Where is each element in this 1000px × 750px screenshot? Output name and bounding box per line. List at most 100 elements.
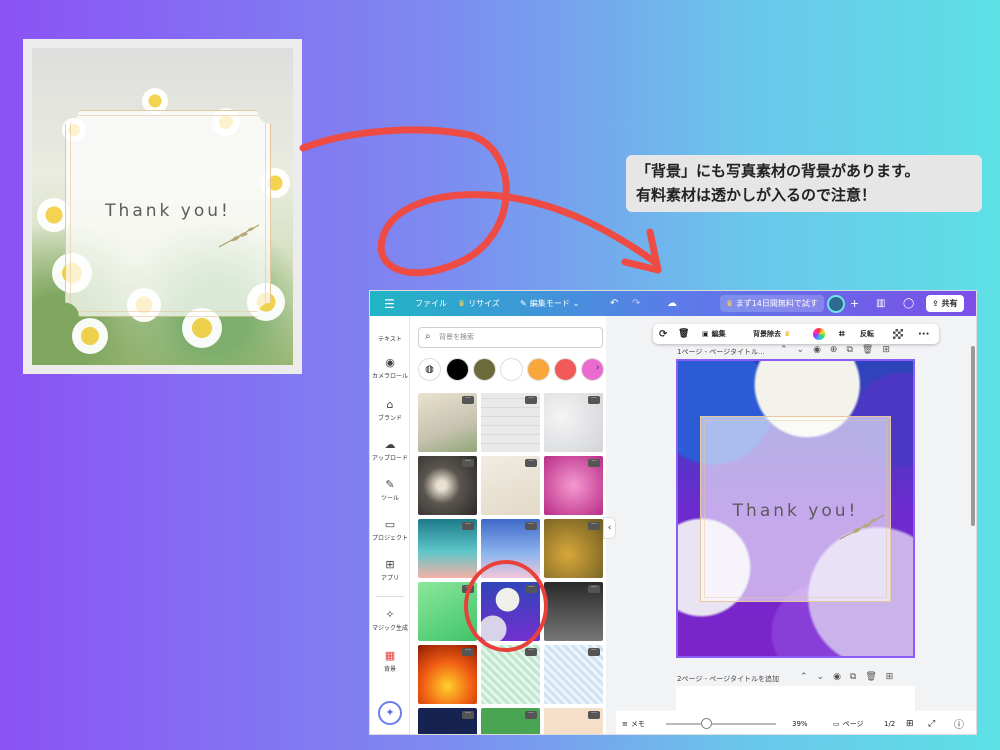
more-options-icon[interactable]: ··· bbox=[588, 459, 600, 467]
more-options-icon[interactable]: ··· bbox=[918, 324, 929, 344]
add-collaborator-icon[interactable]: + bbox=[850, 291, 859, 316]
rail-item-magic[interactable]: ✧ マジック生成 bbox=[370, 608, 410, 632]
menu-icon[interactable]: ☰ bbox=[384, 291, 395, 316]
zoom-slider-knob[interactable] bbox=[701, 718, 712, 729]
search-placeholder: 背景を検索 bbox=[439, 333, 474, 341]
zoom-value[interactable]: 39% bbox=[792, 711, 808, 734]
more-options-icon[interactable]: ··· bbox=[588, 522, 600, 530]
page-view-button[interactable]: ▭ ページ bbox=[833, 711, 864, 734]
background-tile[interactable]: ··· bbox=[418, 582, 477, 641]
fullscreen-icon[interactable]: ⤢ bbox=[928, 711, 935, 734]
swatch-olive[interactable] bbox=[473, 358, 496, 381]
edit-image-button[interactable]: ▣ 編集 bbox=[702, 324, 726, 344]
background-tile[interactable]: ··· bbox=[418, 393, 477, 452]
more-options-icon[interactable]: ··· bbox=[525, 648, 537, 656]
rail-item-projects-label: プロジェクト bbox=[371, 535, 408, 542]
swatch-pink[interactable] bbox=[581, 358, 604, 381]
zoom-slider[interactable] bbox=[666, 723, 776, 725]
chevron-right-icon[interactable]: › bbox=[596, 363, 600, 373]
page-view-label: ページ bbox=[842, 719, 864, 728]
folder-icon: ▭ bbox=[384, 518, 396, 531]
background-tile[interactable]: ··· bbox=[481, 645, 540, 704]
undo-icon[interactable]: ↶ bbox=[610, 291, 618, 316]
background-tile[interactable]: ··· bbox=[544, 708, 603, 734]
edit-mode-dropdown[interactable]: ✎ 編集モード ⌄ bbox=[520, 291, 579, 316]
more-options-icon[interactable]: ··· bbox=[462, 585, 474, 593]
page1-title[interactable]: 1ページ - ページタイトル... bbox=[677, 347, 765, 357]
background-tile[interactable]: ··· bbox=[544, 393, 603, 452]
cloud-save-icon[interactable]: ☁ bbox=[667, 291, 677, 316]
rail-item-projects[interactable]: ▭ プロジェクト bbox=[370, 518, 410, 542]
rail-item-tools[interactable]: ✎ ツール bbox=[370, 478, 410, 502]
design-page-1[interactable]: Thank you! bbox=[676, 359, 915, 658]
background-tile[interactable]: ··· bbox=[544, 519, 603, 578]
rail-item-text[interactable]: テキスト bbox=[370, 334, 410, 343]
leaf-sprig-icon bbox=[218, 224, 260, 248]
notes-button[interactable]: ≡ メモ bbox=[622, 711, 645, 734]
background-tile[interactable]: ··· bbox=[481, 519, 540, 578]
file-menu[interactable]: ファイル bbox=[415, 291, 447, 316]
search-input[interactable]: ⌕ 背景を検索 bbox=[418, 327, 603, 348]
background-tile[interactable]: ··· bbox=[544, 582, 603, 641]
rail-item-brand[interactable]: ⌂ ブランド bbox=[370, 398, 410, 422]
background-tile[interactable]: ··· bbox=[418, 708, 477, 734]
trial-button[interactable]: ♛ まず14日間無料で試す bbox=[720, 291, 824, 316]
rail-item-camera-roll[interactable]: ◉ カメラロール bbox=[370, 356, 410, 380]
edit-mode-label: 編集モード bbox=[529, 299, 570, 308]
page2-controls[interactable]: ⌃⌄◉⧉🗑⊞ bbox=[800, 672, 902, 682]
background-tile[interactable]: ··· bbox=[418, 645, 477, 704]
swatch-white[interactable] bbox=[500, 358, 523, 381]
background-tile[interactable]: ··· bbox=[481, 708, 540, 734]
more-options-icon[interactable]: ··· bbox=[462, 396, 474, 404]
more-options-icon[interactable]: ··· bbox=[525, 522, 537, 530]
trash-icon[interactable]: 🗑 bbox=[678, 324, 689, 344]
palette-icon[interactable]: ◍ bbox=[418, 358, 441, 381]
notes-icon: ≡ bbox=[622, 719, 628, 728]
color-wheel-icon[interactable] bbox=[813, 324, 825, 344]
more-options-icon[interactable]: ··· bbox=[462, 648, 474, 656]
resize-button[interactable]: ♛ リサイズ bbox=[458, 291, 500, 316]
page-count[interactable]: 1/2 bbox=[884, 711, 895, 734]
more-options-icon[interactable]: ··· bbox=[525, 585, 537, 593]
background-tile[interactable]: ··· bbox=[481, 456, 540, 515]
page2-title[interactable]: 2ページ - ページタイトルを追加 bbox=[677, 674, 779, 684]
magic-assistant-button[interactable]: ✦ bbox=[378, 701, 402, 725]
replace-icon[interactable]: ⟳ bbox=[659, 324, 667, 344]
background-tile[interactable]: ··· bbox=[418, 519, 477, 578]
background-tile-selected[interactable]: ··· bbox=[481, 582, 540, 641]
more-options-icon[interactable]: ··· bbox=[525, 396, 537, 404]
swatch-red[interactable] bbox=[554, 358, 577, 381]
analytics-icon[interactable]: ▥ bbox=[876, 291, 885, 316]
more-options-icon[interactable]: ··· bbox=[588, 585, 600, 593]
swatch-black[interactable] bbox=[446, 358, 469, 381]
more-options-icon[interactable]: ··· bbox=[462, 522, 474, 530]
rail-item-background[interactable]: ▦ 背景 bbox=[370, 649, 410, 673]
background-tile[interactable]: ··· bbox=[481, 393, 540, 452]
comment-icon[interactable]: ◯ bbox=[903, 291, 914, 316]
transparency-icon[interactable] bbox=[893, 324, 903, 344]
redo-icon[interactable]: ↷ bbox=[632, 291, 640, 316]
remove-background-button[interactable]: 背景除去 ♛ bbox=[753, 324, 790, 344]
swatch-orange[interactable] bbox=[527, 358, 550, 381]
collapse-panel-button[interactable]: ‹ bbox=[603, 517, 616, 539]
flip-button[interactable]: 反転 bbox=[860, 324, 874, 344]
avatar[interactable] bbox=[827, 291, 845, 316]
background-tile[interactable]: ··· bbox=[544, 645, 603, 704]
grid-view-icon[interactable]: ⊞ bbox=[906, 711, 914, 734]
more-options-icon[interactable]: ··· bbox=[462, 459, 474, 467]
crop-icon[interactable]: ⌗ bbox=[839, 324, 845, 344]
more-options-icon[interactable]: ··· bbox=[588, 648, 600, 656]
help-icon[interactable]: ⓘ bbox=[954, 711, 964, 734]
more-options-icon[interactable]: ··· bbox=[525, 459, 537, 467]
more-options-icon[interactable]: ··· bbox=[588, 711, 600, 719]
rail-item-apps[interactable]: ⊞ アプリ bbox=[370, 558, 410, 582]
background-tile[interactable]: ··· bbox=[418, 456, 477, 515]
more-options-icon[interactable]: ··· bbox=[588, 396, 600, 404]
more-options-icon[interactable]: ··· bbox=[462, 711, 474, 719]
page1-controls[interactable]: ⌃⌄◉⊕⧉🗑⊞ bbox=[780, 345, 899, 355]
share-button[interactable]: ⇪ 共有 bbox=[926, 291, 964, 316]
more-options-icon[interactable]: ··· bbox=[525, 711, 537, 719]
background-tile[interactable]: ··· bbox=[544, 456, 603, 515]
canvas-scrollbar[interactable] bbox=[971, 346, 975, 526]
rail-item-upload[interactable]: ☁ アップロード bbox=[370, 438, 410, 462]
